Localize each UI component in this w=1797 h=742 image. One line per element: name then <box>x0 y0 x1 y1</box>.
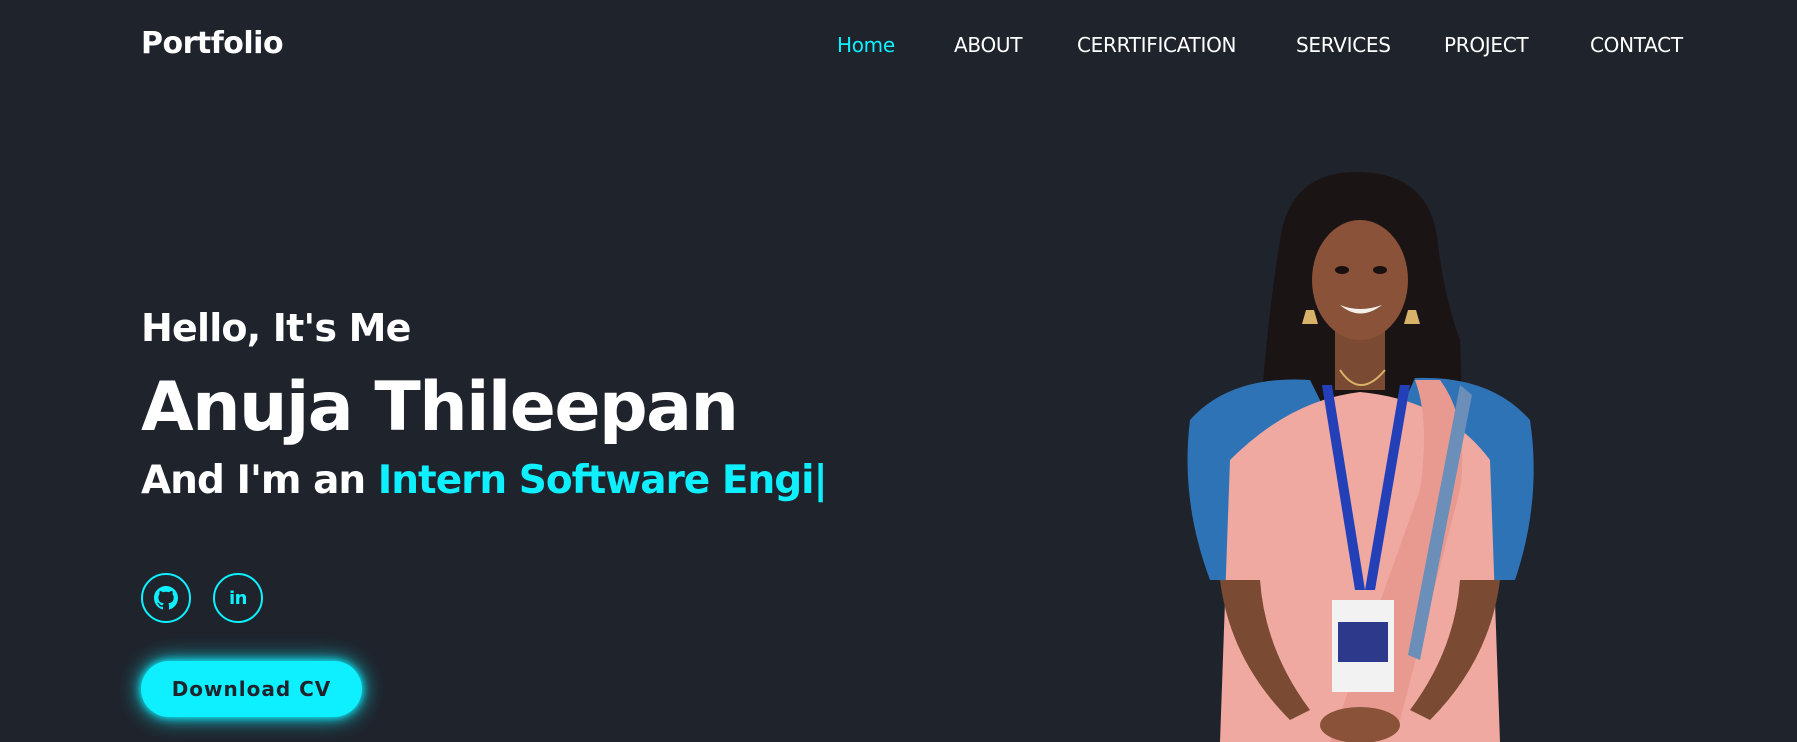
linkedin-link[interactable]: in <box>213 573 263 623</box>
profile-photo <box>1187 171 1534 742</box>
hero-role: And I'm an Intern Software Engi| <box>141 458 828 503</box>
linkedin-icon: in <box>229 587 247 609</box>
nav-contact[interactable]: CONTACT <box>1590 33 1683 57</box>
main-nav: Home ABOUT CERRTIFICATION SERVICES PROJE… <box>0 33 1797 59</box>
role-typed-text: Intern Software Engi <box>377 458 815 503</box>
github-link[interactable] <box>141 573 191 623</box>
nav-home[interactable]: Home <box>837 33 895 57</box>
typing-caret: | <box>813 458 828 503</box>
role-prefix: And I'm an <box>141 458 378 503</box>
github-icon <box>154 586 178 610</box>
portfolio-page: Portfolio Home ABOUT CERRTIFICATION SERV… <box>0 0 1797 742</box>
nav-services[interactable]: SERVICES <box>1296 33 1391 57</box>
hero-greeting: Hello, It's Me <box>141 306 411 350</box>
download-cv-button[interactable]: Download CV <box>141 661 362 717</box>
hero-name: Anuja Thileepan <box>141 368 739 447</box>
nav-about[interactable]: ABOUT <box>954 33 1022 57</box>
nav-project[interactable]: PROJECT <box>1444 33 1529 57</box>
nav-certification[interactable]: CERRTIFICATION <box>1077 33 1236 57</box>
